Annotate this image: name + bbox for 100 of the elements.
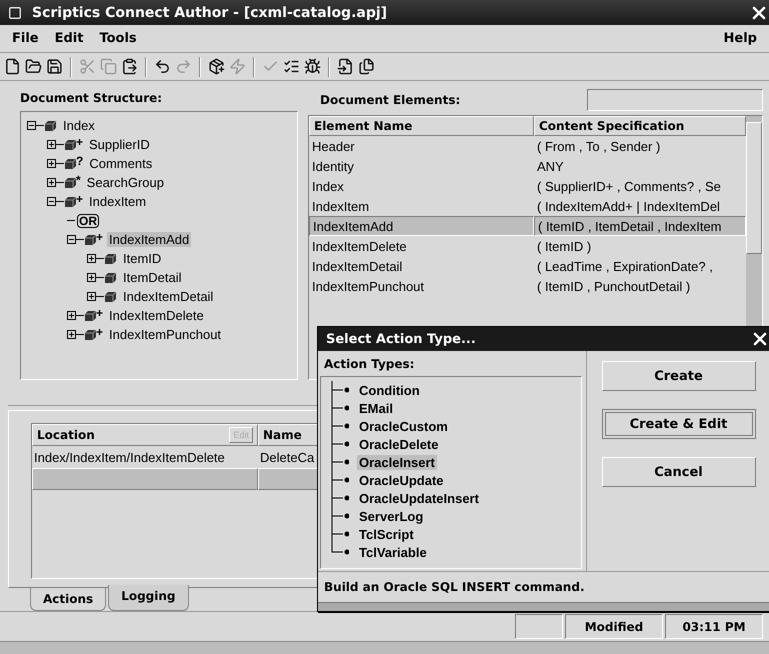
column-header[interactable]: Content Specification (534, 116, 746, 136)
pane-label: Document Elements: (319, 92, 460, 110)
expand-icon[interactable] (47, 140, 56, 150)
scrollbar[interactable] (318, 602, 769, 611)
filter-field[interactable] (587, 89, 763, 112)
expand-icon[interactable] (67, 330, 76, 340)
table-cell[interactable]: IndexItem (309, 196, 534, 216)
table-cell[interactable]: Index (309, 176, 534, 196)
bug-icon[interactable] (304, 58, 321, 76)
collapse-icon[interactable] (47, 197, 56, 206)
table-cell[interactable]: ( ItemID ) (534, 236, 746, 256)
window-title: Scriptics Connect Author - [cxml-catalog.apj] (32, 4, 388, 21)
status-time: 03:11 PM (665, 614, 763, 640)
tree-item[interactable]: ItemDetail (121, 270, 184, 286)
cube-icon (64, 158, 77, 170)
table-cell[interactable]: IndexItemPunchout (309, 276, 534, 296)
expand-icon[interactable] (67, 311, 76, 320)
expand-icon[interactable] (47, 178, 56, 188)
expand-icon[interactable] (87, 254, 96, 264)
menu-item[interactable]: Tools (99, 31, 137, 46)
list-item[interactable]: OracleCustom (357, 418, 450, 434)
table-cell[interactable]: IndexItemAdd (309, 216, 534, 236)
occurrence-mark: * (76, 173, 81, 188)
cube-icon (64, 176, 77, 189)
list-item[interactable]: ServerLog (357, 508, 426, 524)
table-cell[interactable]: ( ItemID , ItemDetail , IndexItem (534, 216, 746, 236)
description-text: Build an Oracle SQL INSERT command. (323, 579, 586, 596)
cube-icon (104, 290, 117, 303)
tree-item[interactable]: IndexItemDelete (107, 308, 206, 324)
list-item[interactable]: OracleInsert (357, 454, 437, 470)
cube-icon (104, 252, 117, 265)
list-item[interactable]: OracleDelete (357, 436, 440, 452)
table-cell[interactable]: Header (309, 136, 534, 156)
column-header[interactable]: Location (37, 428, 95, 442)
table-cell[interactable]: ( LeadTime , ExpirationDate? , (534, 256, 746, 276)
tree-item[interactable]: IndexItemDetail (121, 289, 216, 304)
list-label: Action Types: (323, 356, 416, 373)
undo-icon[interactable] (154, 58, 171, 76)
cube-icon (64, 138, 77, 151)
expand-icon[interactable] (87, 292, 96, 302)
occurrence-mark: + (96, 306, 104, 320)
tree-item[interactable]: Index (61, 118, 97, 134)
list-item[interactable]: TclScript (357, 526, 416, 542)
occurrence-mark: ? (76, 154, 84, 168)
table-cell[interactable]: IndexItemDelete (309, 236, 534, 256)
tree-item[interactable]: IndexItemAdd (107, 232, 192, 248)
collapse-icon[interactable] (27, 121, 36, 130)
dialog-title: Select Action Type... (326, 332, 477, 346)
tree-branch-icon (331, 435, 349, 453)
table-cell[interactable]: ( From , To , Sender ) (534, 136, 746, 156)
table-cell[interactable]: ANY (534, 156, 746, 176)
tree-item[interactable]: SearchGroup (84, 175, 166, 190)
cube-icon (84, 328, 97, 341)
new-file-icon[interactable] (4, 58, 21, 76)
tree-branch-icon (331, 381, 349, 399)
file-import-icon[interactable] (337, 58, 354, 76)
dialog-button[interactable]: Cancel (602, 457, 756, 487)
table-cell[interactable]: ( IndexItemAdd+ | IndexItemDel (534, 196, 746, 216)
occurrence-mark: + (96, 325, 104, 340)
dialog-button[interactable]: Create (602, 361, 756, 391)
tree-branch-icon (331, 399, 349, 417)
expand-icon[interactable] (47, 159, 56, 168)
collapse-icon[interactable] (67, 235, 76, 244)
table-cell[interactable]: IndexItemDetail (309, 256, 534, 276)
tree-item[interactable]: IndexItemPunchout (107, 327, 224, 342)
cube-icon (84, 234, 97, 246)
menu-item[interactable]: File (12, 31, 39, 46)
group-badge: OR (77, 214, 99, 228)
table-cell[interactable]: ( SupplierID+ , Comments? , Se (534, 176, 746, 196)
tree-item[interactable]: SupplierID (87, 137, 152, 152)
expand-icon[interactable] (87, 273, 96, 282)
table-cell[interactable]: Identity (309, 156, 534, 176)
menu-item[interactable]: Help (724, 31, 757, 46)
dialog-button[interactable]: Create & Edit (602, 409, 756, 439)
list-item[interactable]: EMail (357, 400, 395, 416)
cube-icon (64, 196, 77, 208)
table-cell[interactable] (32, 468, 258, 490)
status-text: Modified (565, 614, 663, 640)
package-icon[interactable] (208, 58, 225, 76)
paste-icon[interactable] (121, 58, 138, 76)
cube-icon (104, 272, 117, 284)
tab[interactable]: Actions (30, 588, 106, 612)
table-cell[interactable]: Index/IndexItem/IndexItemDelete (32, 446, 258, 468)
window-menu-icon[interactable] (8, 6, 22, 20)
menu-item[interactable]: Edit (54, 31, 84, 46)
occurrence-mark: + (76, 135, 84, 150)
cube-icon (44, 120, 57, 132)
list-item[interactable]: OracleUpdateInsert (357, 490, 481, 506)
open-folder-icon[interactable] (25, 58, 42, 76)
save-icon[interactable] (46, 58, 63, 76)
table-cell[interactable]: ( ItemID , PunchoutDetail ) (534, 276, 746, 296)
tree-item[interactable]: Comments (87, 156, 154, 172)
list-item[interactable]: Condition (357, 382, 422, 398)
list-item[interactable]: OracleUpdate (357, 472, 446, 488)
tree-item[interactable]: ItemID (121, 251, 164, 266)
column-header[interactable]: Element Name (309, 116, 534, 136)
files-icon[interactable] (358, 58, 375, 76)
tab[interactable]: Logging (108, 585, 189, 612)
tree-item[interactable]: IndexItem (87, 194, 148, 210)
list-item[interactable]: TclVariable (357, 544, 429, 560)
